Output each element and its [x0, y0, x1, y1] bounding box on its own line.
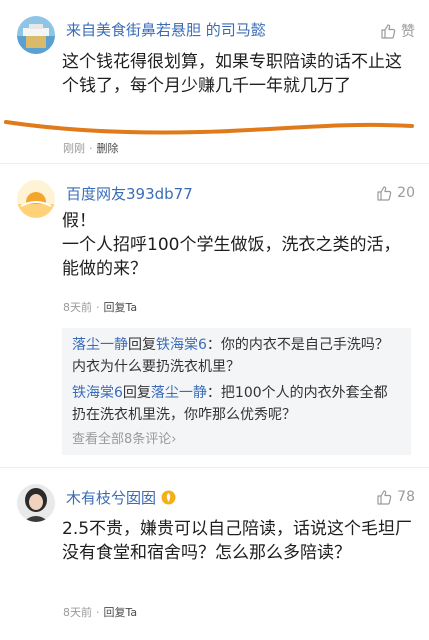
reply-author[interactable]: 落尘一静 [72, 337, 128, 353]
like-button[interactable]: 20 [376, 185, 415, 201]
comment-time: 8天前 [63, 606, 92, 619]
reply-item[interactable]: 落尘一静回复铁海棠6：你的内衣不是自己手洗吗？内衣为什么要扔洗衣机里？ [72, 334, 401, 378]
avatar[interactable] [17, 484, 55, 522]
reply-verb: 回复 [128, 337, 156, 353]
thumbs-up-icon [381, 24, 396, 39]
comment-meta: 8天前 · 回复Ta [63, 299, 137, 315]
reply-target[interactable]: 铁海棠6 [156, 337, 207, 353]
like-count: 20 [397, 185, 415, 201]
comment-meta: 8天前 · 回复Ta [63, 604, 137, 620]
like-label: 赞 [401, 24, 415, 40]
reply-verb: 回复 [122, 385, 151, 401]
comment-username[interactable]: 来自美食街鼻若悬胆 的司马懿 [66, 19, 266, 40]
username-text: 木有枝兮囡囡 [66, 489, 157, 507]
comment-meta: 刚刚 · 删除 [63, 140, 119, 156]
like-count: 78 [397, 489, 415, 505]
reply-author[interactable]: 铁海棠6 [72, 385, 123, 401]
avatar[interactable] [17, 180, 55, 218]
reply-item[interactable]: 铁海棠6回复落尘一静：把100个人的内衣外套全都扔在洗衣机里洗，你咋那么优秀呢？ [72, 382, 401, 426]
reply-link[interactable]: 回复Ta [104, 301, 138, 314]
reply-thread: 落尘一静回复铁海棠6：你的内衣不是自己手洗吗？内衣为什么要扔洗衣机里？ 铁海棠6… [62, 328, 411, 455]
like-button[interactable]: 78 [376, 489, 415, 505]
meta-separator: · [96, 606, 100, 619]
like-button[interactable]: 赞 [380, 21, 415, 41]
avatar-image [17, 484, 55, 522]
comment-username[interactable]: 百度网友393db77 [66, 183, 193, 204]
avatar-image [17, 180, 55, 218]
view-all-replies-link[interactable]: 查看全部8条评论› [72, 428, 401, 447]
meta-separator: · [89, 142, 93, 155]
comment-3: 木有枝兮囡囡 78 2.5不贵，嫌贵可以自己陪读，话说这个毛坦厂没有食堂和宿舍吗… [0, 468, 429, 640]
avatar[interactable] [17, 16, 55, 54]
comment-time: 刚刚 [63, 142, 85, 155]
comment-1: 来自美食街鼻若悬胆 的司马懿 赞 这个钱花得很划算，如果专职陪读的话不止这个钱了… [0, 0, 429, 160]
comment-text: 2.5不贵，嫌贵可以自己陪读，话说这个毛坦厂没有食堂和宿舍吗？怎么那么多陪读？ [62, 519, 413, 563]
meta-separator: · [96, 301, 100, 314]
comment-text: 假！ 一个人招呼100个学生做饭，洗衣之类的活，能做的来？ [62, 211, 401, 279]
level-badge-icon [161, 490, 176, 505]
avatar-image [17, 16, 55, 54]
reply-link[interactable]: 回复Ta [104, 606, 138, 619]
comment-text: 这个钱花得很划算，如果专职陪读的话不止这个钱了，每个月少赚几千一年就几万了 [62, 52, 402, 96]
comment-2: 百度网友393db77 20 假！ 一个人招呼100个学生做饭，洗衣之类的活，能… [0, 164, 429, 465]
delete-link[interactable]: 删除 [97, 142, 119, 155]
thumbs-up-icon [377, 490, 392, 505]
comment-username[interactable]: 木有枝兮囡囡 [66, 487, 176, 508]
comment-time: 8天前 [63, 301, 92, 314]
thumbs-up-icon [377, 186, 392, 201]
reply-target[interactable]: 落尘一静 [151, 385, 207, 401]
